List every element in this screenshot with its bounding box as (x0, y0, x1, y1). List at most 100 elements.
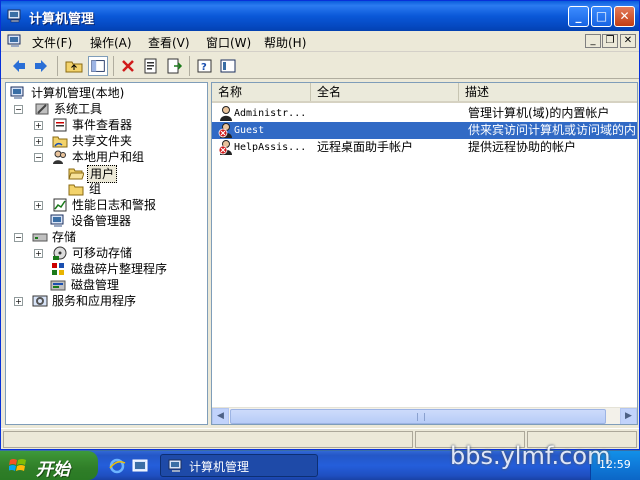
export-list-icon[interactable] (164, 56, 184, 76)
internet-explorer-icon[interactable] (108, 457, 126, 475)
services-icon (32, 295, 48, 307)
disabled-user-icon (218, 123, 232, 138)
close-button[interactable]: ✕ (614, 6, 635, 27)
expand-toggle[interactable]: + (34, 137, 43, 146)
cell-name: Guest (234, 125, 265, 136)
title-bar[interactable]: 计算机管理 _ □ ✕ (1, 1, 639, 31)
collapse-toggle[interactable]: − (14, 233, 23, 242)
tree-item-groups[interactable]: 组 (68, 181, 205, 197)
cell-description: 提供远程协助的帐户 (468, 140, 577, 154)
start-button[interactable]: 开始 (0, 451, 98, 480)
back-icon[interactable] (9, 56, 29, 76)
column-header-full-name[interactable]: 全名 (311, 83, 459, 101)
window-title: 计算机管理 (29, 12, 95, 27)
menu-help[interactable]: 帮助(H) (264, 34, 306, 51)
taskbar-button-label: 计算机管理 (189, 460, 250, 474)
tree-label: 共享文件夹 (72, 134, 133, 148)
forward-icon[interactable] (31, 56, 51, 76)
scroll-right-button[interactable]: ▶ (620, 408, 637, 424)
minimize-button[interactable]: _ (568, 6, 589, 27)
cell-description: 供来宾访问计算机或访问域的内 (468, 123, 637, 137)
expand-toggle[interactable]: + (14, 297, 23, 306)
menu-window[interactable]: 窗口(W) (206, 34, 251, 51)
tree-item-perf-logs[interactable]: + 性能日志和警报 (34, 197, 205, 213)
scroll-grip (417, 413, 425, 421)
disabled-user-icon (218, 140, 232, 155)
tree-item-defrag[interactable]: 磁盘碎片整理程序 (50, 261, 205, 277)
tree-label: 磁盘碎片整理程序 (71, 262, 168, 276)
up-folder-icon[interactable] (64, 56, 84, 76)
computer-management-icon (168, 459, 182, 472)
tree-label: 本地用户和组 (72, 150, 145, 164)
computer-management-window: 计算机管理 _ □ ✕ 文件(F) 操作(A) 查看(V) 窗口(W) 帮助(H… (0, 0, 640, 450)
tools-icon (35, 103, 49, 115)
tree-item-services-apps[interactable]: + 服务和应用程序 (14, 293, 205, 309)
column-header-name[interactable]: 名称 (212, 83, 311, 101)
mdi-restore-button[interactable]: ❐ (602, 34, 618, 48)
menu-bar: 文件(F) 操作(A) 查看(V) 窗口(W) 帮助(H) _ ❐ ✕ (1, 31, 639, 52)
removable-storage-icon (53, 246, 67, 260)
list-row-helpassistant[interactable]: HelpAssis... 远程桌面助手帐户 提供远程协助的帐户 (212, 139, 637, 156)
tree-label: 性能日志和警报 (72, 198, 157, 212)
tree-item-event-viewer[interactable]: + 事件查看器 (34, 117, 205, 133)
maximize-button[interactable]: □ (591, 6, 612, 27)
tree-item-shared-folders[interactable]: + 共享文件夹 (34, 133, 205, 149)
tree-label: 服务和应用程序 (52, 294, 137, 308)
list-row-administrator[interactable]: Administr... 管理计算机(域)的内置帐户 (212, 105, 637, 122)
expand-toggle[interactable]: + (34, 249, 43, 258)
menu-action[interactable]: 操作(A) (90, 34, 132, 51)
console-tree[interactable]: 计算机管理(本地) − 系统工具 + 事件查看器 + 共享文件夹 − 本地用户和… (5, 82, 208, 425)
tree-item-system-tools[interactable]: − 系统工具 (14, 101, 205, 117)
menu-view[interactable]: 查看(V) (148, 34, 190, 51)
cell-name: Administr... (234, 108, 307, 119)
users-icon (53, 150, 66, 164)
mdi-minimize-button[interactable]: _ (585, 34, 601, 48)
storage-icon (32, 233, 48, 242)
status-panel-main (3, 431, 413, 448)
tree-item-device-manager[interactable]: 设备管理器 (50, 213, 205, 229)
list-row-guest[interactable]: Guest 供来宾访问计算机或访问域的内 (212, 122, 637, 139)
computer-management-icon (7, 9, 21, 23)
svg-text:?: ? (201, 62, 207, 73)
console-app-icon[interactable] (7, 33, 23, 49)
user-list-view[interactable]: 名称 全名 描述 Administr... 管理计算机(域)的内置帐户 Gues… (211, 82, 638, 425)
tree-item-removable-storage[interactable]: + 可移动存储 (34, 245, 205, 261)
properties-icon[interactable] (141, 56, 161, 76)
expand-toggle[interactable]: + (34, 201, 43, 210)
cell-description: 管理计算机(域)的内置帐户 (468, 106, 610, 120)
console-icon[interactable] (218, 56, 238, 76)
tree-label: 计算机管理(本地) (31, 86, 125, 100)
tree-label: 存储 (52, 230, 77, 244)
computer-management-icon (10, 86, 24, 99)
scroll-left-button[interactable]: ◀ (212, 408, 229, 424)
taskbar-button-computer-management[interactable]: 计算机管理 (160, 454, 318, 477)
tree-item-users[interactable]: 用户 (68, 165, 205, 183)
toolbar-separator (113, 56, 114, 76)
tree-item-root[interactable]: 计算机管理(本地) (10, 85, 205, 101)
scroll-thumb[interactable] (230, 409, 606, 424)
start-label: 开始 (36, 460, 70, 480)
tree-label: 磁盘管理 (71, 278, 120, 292)
event-viewer-icon (53, 118, 67, 132)
tree-label: 组 (89, 182, 102, 196)
tree-label: 系统工具 (54, 102, 103, 116)
tree-item-local-users-groups[interactable]: − 本地用户和组 (34, 149, 205, 165)
show-hide-tree-icon[interactable] (88, 56, 108, 76)
collapse-toggle[interactable]: − (14, 105, 23, 114)
help-icon[interactable]: ? (195, 56, 215, 76)
menu-file[interactable]: 文件(F) (32, 34, 72, 51)
delete-icon[interactable] (118, 56, 138, 76)
mdi-close-button[interactable]: ✕ (620, 34, 636, 48)
open-folder-icon (68, 168, 84, 180)
performance-logs-icon (53, 198, 67, 212)
column-header-description[interactable]: 描述 (459, 83, 637, 101)
tree-item-disk-management[interactable]: 磁盘管理 (50, 277, 205, 293)
tree-item-storage[interactable]: − 存储 (14, 229, 205, 245)
toolbar-separator (189, 56, 190, 76)
horizontal-scrollbar[interactable]: ◀ ▶ (212, 407, 637, 424)
show-desktop-icon[interactable] (131, 457, 149, 475)
list-header: 名称 全名 描述 (212, 83, 637, 103)
collapse-toggle[interactable]: − (34, 153, 43, 162)
expand-toggle[interactable]: + (34, 121, 43, 130)
toolbar: ? (1, 53, 639, 79)
